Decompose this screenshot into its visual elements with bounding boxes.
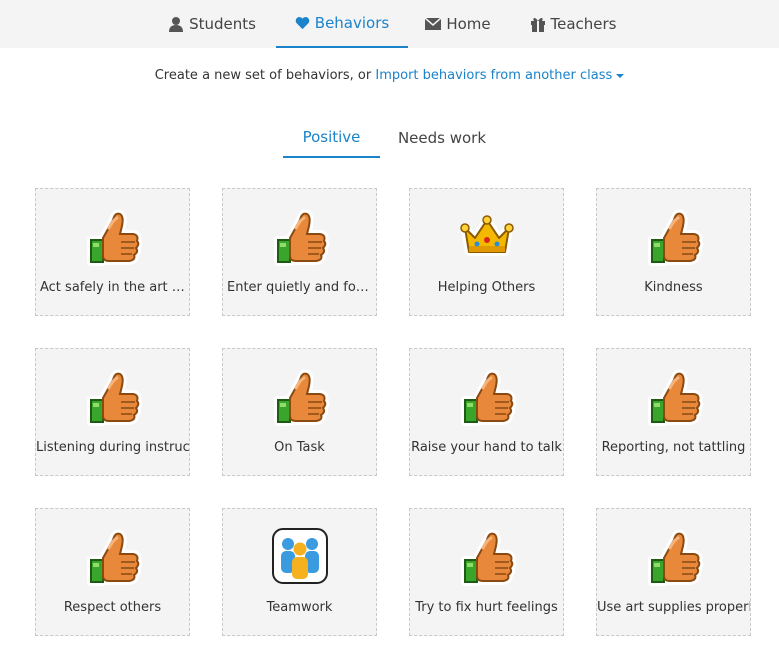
- thumbs-up-icon: [644, 206, 704, 266]
- behavior-label: Raise your hand to talk: [411, 440, 562, 455]
- import-link-label: Import behaviors from another class: [375, 68, 613, 83]
- behavior-label: Enter quietly and follow...: [227, 280, 376, 295]
- caret-down-icon: [616, 73, 625, 78]
- nav-tab-label: Behaviors: [314, 14, 390, 32]
- behavior-label: Reporting, not tattling: [601, 440, 746, 455]
- behavior-card[interactable]: Listening during instructi: [35, 348, 190, 476]
- envelope-icon: [425, 18, 442, 30]
- thumbs-up-icon: [457, 366, 517, 426]
- tab-needs-work[interactable]: Needs work: [386, 118, 498, 158]
- behavior-label: Use art supplies properly: [597, 600, 750, 615]
- nav-tab-teachers[interactable]: Teachers: [520, 0, 626, 48]
- behavior-label: Helping Others: [437, 280, 536, 295]
- behavior-card[interactable]: Use art supplies properly: [596, 508, 751, 636]
- behavior-label: On Task: [274, 440, 325, 455]
- behavior-label: Respect others: [63, 600, 162, 615]
- thumbs-up-icon: [83, 526, 143, 586]
- thumbs-up-icon: [644, 526, 704, 586]
- nav-tab-home[interactable]: Home: [417, 0, 499, 48]
- behavior-card[interactable]: Teamwork: [222, 508, 377, 636]
- behavior-card[interactable]: Enter quietly and follow...: [222, 188, 377, 316]
- import-behaviors-link[interactable]: Import behaviors from another class: [375, 68, 625, 83]
- nav-tab-behaviors[interactable]: Behaviors: [276, 0, 408, 48]
- nav-tab-label: Home: [446, 15, 491, 33]
- behavior-label: Try to fix hurt feelings: [415, 600, 558, 615]
- thumbs-up-icon: [457, 526, 517, 586]
- behavior-card[interactable]: Act safely in the art ro...: [35, 188, 190, 316]
- behavior-label: Listening during instructi: [36, 440, 189, 455]
- behavior-card[interactable]: On Task: [222, 348, 377, 476]
- person-icon: [168, 16, 184, 32]
- thumbs-up-icon: [83, 206, 143, 266]
- crown-icon: [457, 206, 517, 266]
- behavior-label: Teamwork: [266, 600, 333, 615]
- thumbs-up-icon: [83, 366, 143, 426]
- team-icon: [270, 526, 330, 586]
- thumbs-up-icon: [644, 366, 704, 426]
- behavior-label: Act safely in the art ro...: [40, 280, 189, 295]
- tab-label: Positive: [302, 128, 361, 146]
- behavior-card[interactable]: Reporting, not tattling: [596, 348, 751, 476]
- tab-positive[interactable]: Positive: [283, 118, 380, 158]
- create-prompt: Create a new set of behaviors, or Import…: [0, 68, 779, 83]
- tab-label: Needs work: [397, 129, 487, 147]
- behavior-card[interactable]: Kindness: [596, 188, 751, 316]
- behavior-label: Kindness: [644, 280, 703, 295]
- nav-tab-students[interactable]: Students: [160, 0, 264, 48]
- thumbs-up-icon: [270, 366, 330, 426]
- behavior-card[interactable]: Respect others: [35, 508, 190, 636]
- nav-tab-label: Teachers: [550, 15, 617, 33]
- thumbs-up-icon: [270, 206, 330, 266]
- heart-icon: [295, 16, 310, 30]
- behavior-card[interactable]: Helping Others: [409, 188, 564, 316]
- nav-tab-label: Students: [189, 15, 256, 33]
- behavior-card[interactable]: Raise your hand to talk: [409, 348, 564, 476]
- prompt-text: Create a new set of behaviors, or: [154, 68, 372, 83]
- behavior-card[interactable]: Try to fix hurt feelings: [409, 508, 564, 636]
- gift-icon: [530, 16, 546, 32]
- top-navigation: Students Behaviors Home Teachers: [0, 0, 779, 48]
